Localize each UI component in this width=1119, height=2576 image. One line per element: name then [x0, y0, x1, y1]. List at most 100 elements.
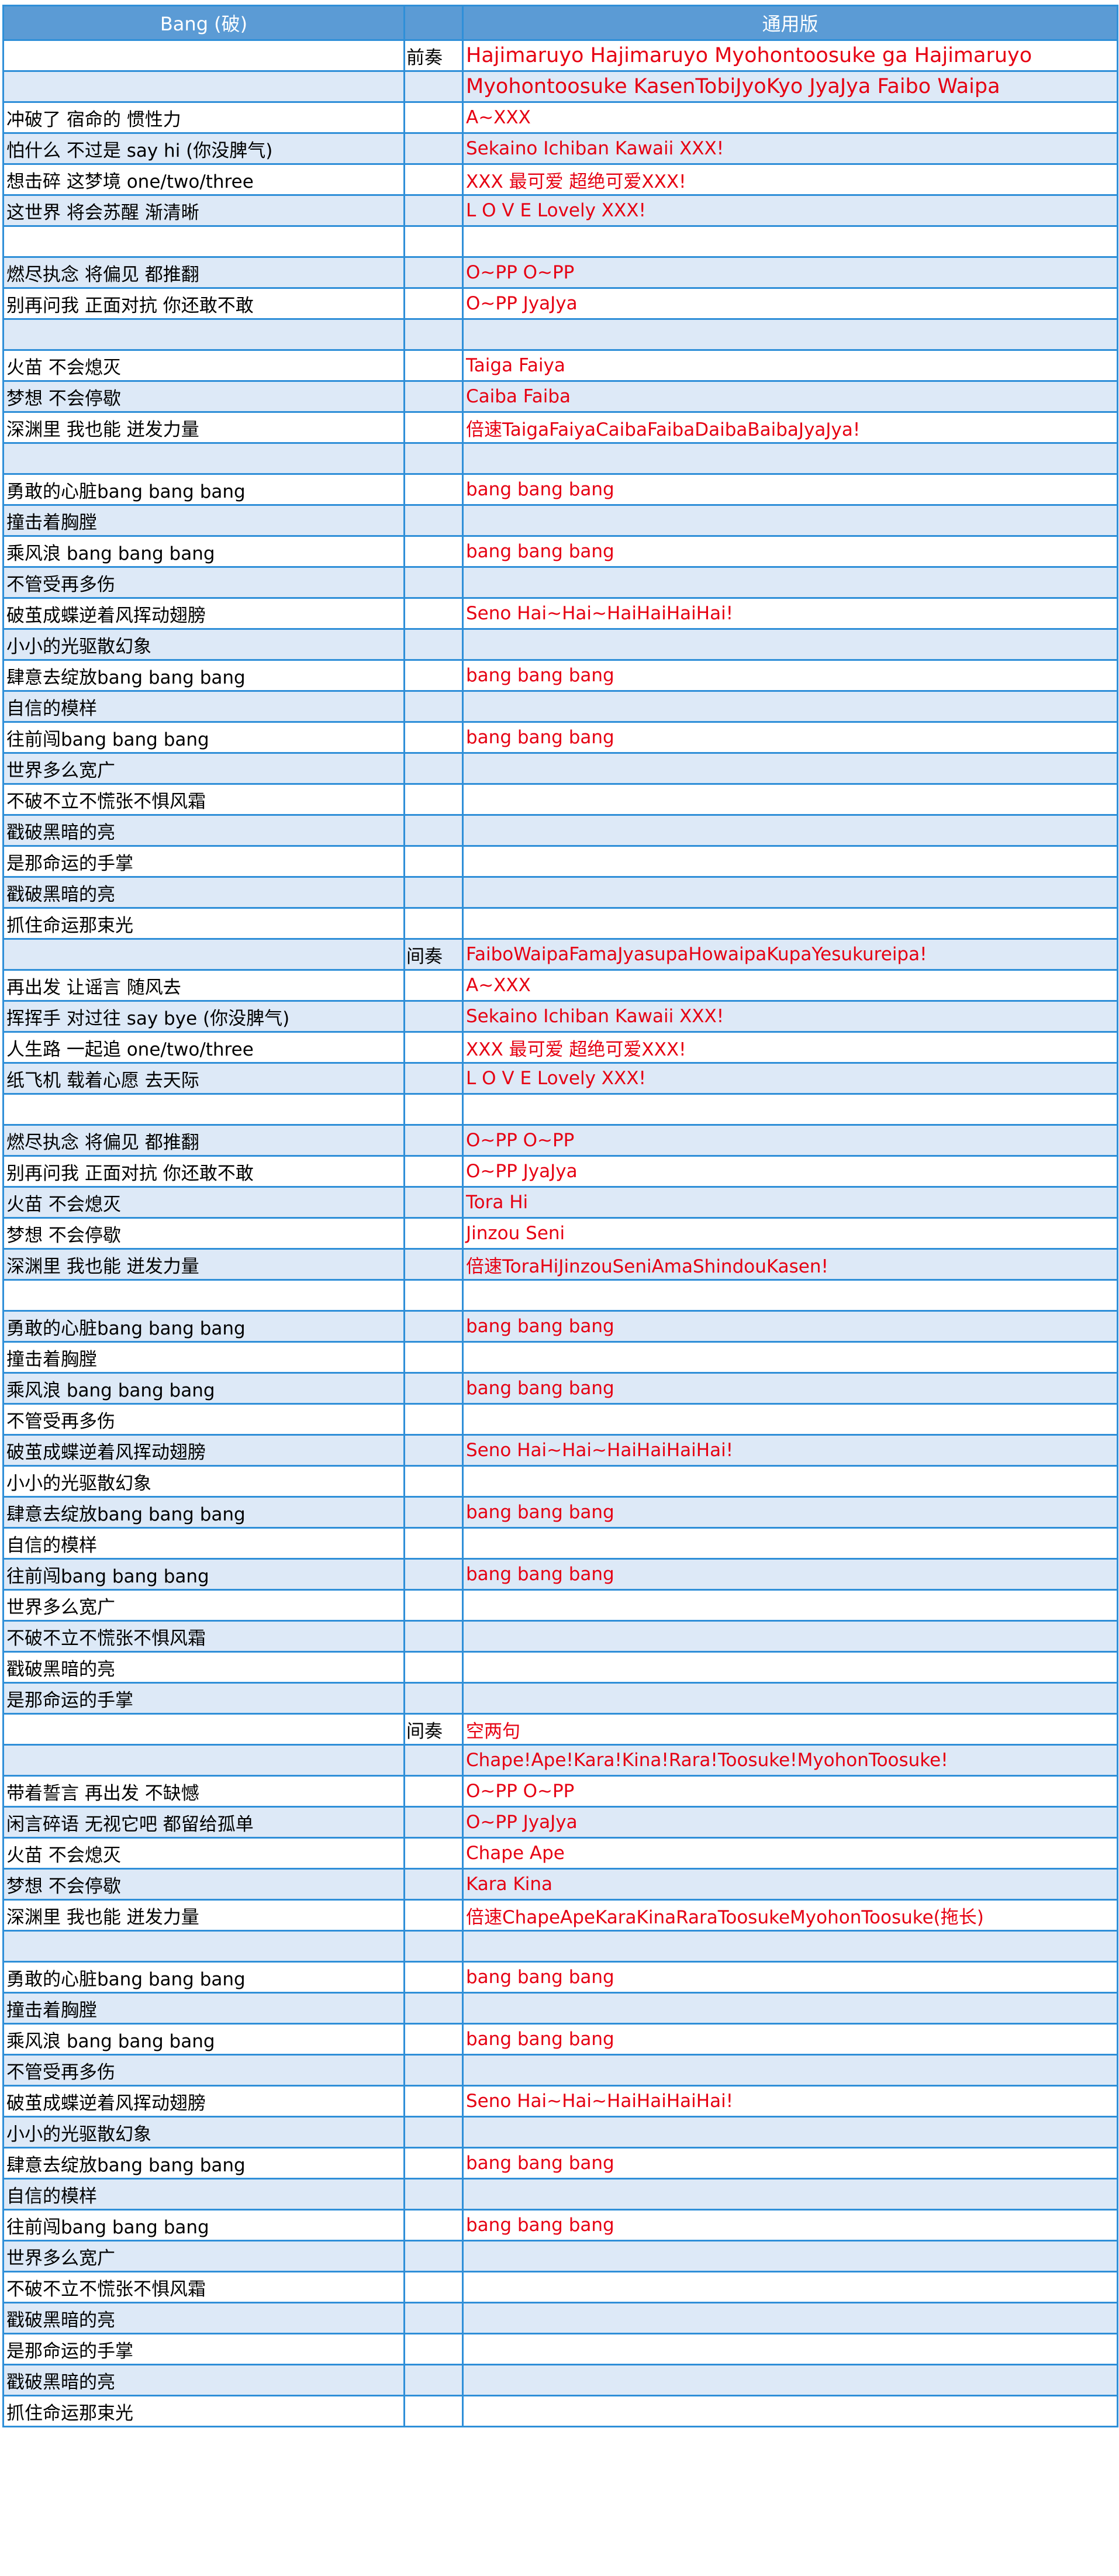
lyric-cell[interactable]: [2, 1744, 405, 1777]
section-cell[interactable]: [403, 1217, 464, 1250]
section-cell[interactable]: [403, 2364, 464, 2396]
section-cell[interactable]: 间奏: [403, 938, 464, 971]
section-cell[interactable]: [403, 2302, 464, 2334]
header-lyrics[interactable]: Bang (破): [2, 5, 405, 41]
section-cell[interactable]: [403, 2147, 464, 2180]
romaji-cell[interactable]: [462, 1279, 1118, 1312]
lyric-cell[interactable]: 人生路 一起追 one/two/three: [2, 1031, 405, 1064]
lyric-cell[interactable]: 是那命运的手掌: [2, 845, 405, 878]
romaji-cell[interactable]: [462, 1651, 1118, 1684]
romaji-cell[interactable]: Chape Ape: [462, 1837, 1118, 1870]
romaji-cell[interactable]: [462, 2240, 1118, 2272]
lyric-cell[interactable]: 破茧成蝶逆着风挥动翅膀: [2, 1434, 405, 1467]
lyric-cell[interactable]: [2, 225, 405, 258]
section-cell[interactable]: [403, 2395, 464, 2427]
section-cell[interactable]: [403, 442, 464, 475]
lyric-cell[interactable]: 火苗 不会熄灭: [2, 1186, 405, 1219]
romaji-cell[interactable]: [462, 2178, 1118, 2211]
section-cell[interactable]: 间奏: [403, 1713, 464, 1746]
romaji-cell[interactable]: O~PP O~PP: [462, 256, 1118, 289]
section-cell[interactable]: [403, 907, 464, 940]
lyric-cell[interactable]: 乘风浪 bang bang bang: [2, 535, 405, 568]
romaji-cell[interactable]: XXX 最可爱 超绝可爱XXX!: [462, 163, 1118, 196]
section-cell[interactable]: [403, 690, 464, 723]
romaji-cell[interactable]: O~PP JyaJya: [462, 1806, 1118, 1839]
romaji-cell[interactable]: bang bang bang: [462, 473, 1118, 506]
romaji-cell[interactable]: [462, 690, 1118, 723]
romaji-cell[interactable]: bang bang bang: [462, 659, 1118, 692]
lyric-cell[interactable]: 深渊里 我也能 迸发力量: [2, 1248, 405, 1281]
section-cell[interactable]: [403, 287, 464, 320]
section-cell[interactable]: [403, 1186, 464, 1219]
lyric-cell[interactable]: 乘风浪 bang bang bang: [2, 2023, 405, 2056]
lyric-cell[interactable]: 戳破黑暗的亮: [2, 814, 405, 847]
lyric-cell[interactable]: 自信的模样: [2, 2178, 405, 2211]
lyric-cell[interactable]: 肆意去绽放bang bang bang: [2, 1496, 405, 1529]
section-cell[interactable]: [403, 1248, 464, 1281]
lyric-cell[interactable]: 深渊里 我也能 迸发力量: [2, 411, 405, 444]
lyric-cell[interactable]: 是那命运的手掌: [2, 2333, 405, 2365]
romaji-cell[interactable]: [462, 752, 1118, 785]
lyric-cell[interactable]: 闲言碎语 无视它吧 都留给孤单: [2, 1806, 405, 1839]
section-cell[interactable]: [403, 1310, 464, 1343]
section-cell[interactable]: [403, 2240, 464, 2272]
lyric-cell[interactable]: 肆意去绽放bang bang bang: [2, 659, 405, 692]
section-cell[interactable]: [403, 2054, 464, 2087]
section-cell[interactable]: [403, 349, 464, 382]
lyric-cell[interactable]: 不管受再多伤: [2, 2054, 405, 2087]
romaji-cell[interactable]: [462, 2302, 1118, 2334]
lyric-cell[interactable]: 带着誓言 再出发 不缺憾: [2, 1775, 405, 1808]
romaji-cell[interactable]: bang bang bang: [462, 1372, 1118, 1405]
lyric-cell[interactable]: 自信的模样: [2, 1527, 405, 1560]
romaji-cell[interactable]: 空两句: [462, 1713, 1118, 1746]
lyric-cell[interactable]: 戳破黑暗的亮: [2, 2302, 405, 2334]
section-cell[interactable]: [403, 814, 464, 847]
romaji-cell[interactable]: [462, 1992, 1118, 2025]
lyric-cell[interactable]: 别再问我 正面对抗 你还敢不敢: [2, 287, 405, 320]
lyric-cell[interactable]: [2, 70, 405, 103]
lyric-cell[interactable]: 往前闯bang bang bang: [2, 721, 405, 754]
section-cell[interactable]: [403, 256, 464, 289]
lyric-cell[interactable]: 肆意去绽放bang bang bang: [2, 2147, 405, 2180]
romaji-cell[interactable]: bang bang bang: [462, 1496, 1118, 1529]
section-cell[interactable]: [403, 1527, 464, 1560]
lyric-cell[interactable]: 撞击着胸膛: [2, 504, 405, 537]
lyric-cell[interactable]: [2, 1713, 405, 1746]
section-cell[interactable]: [403, 1651, 464, 1684]
lyric-cell[interactable]: [2, 442, 405, 475]
section-cell[interactable]: [403, 1682, 464, 1715]
romaji-cell[interactable]: bang bang bang: [462, 2147, 1118, 2180]
lyric-cell[interactable]: 梦想 不会停歇: [2, 1868, 405, 1901]
section-cell[interactable]: [403, 1961, 464, 1994]
lyric-cell[interactable]: 戳破黑暗的亮: [2, 876, 405, 909]
romaji-cell[interactable]: L O V E Lovely XXX!: [462, 194, 1118, 227]
section-cell[interactable]: [403, 1806, 464, 1839]
section-cell[interactable]: [403, 101, 464, 134]
romaji-cell[interactable]: L O V E Lovely XXX!: [462, 1062, 1118, 1095]
lyric-cell[interactable]: 不破不立不慌张不惧风霜: [2, 783, 405, 816]
romaji-cell[interactable]: Seno Hai~Hai~HaiHaiHaiHai!: [462, 2085, 1118, 2118]
section-cell[interactable]: [403, 2333, 464, 2365]
section-cell[interactable]: [403, 2271, 464, 2303]
section-cell[interactable]: [403, 411, 464, 444]
lyric-cell[interactable]: 怕什么 不过是 say hi (你没脾气): [2, 132, 405, 165]
section-cell[interactable]: [403, 1620, 464, 1653]
romaji-cell[interactable]: Sekaino Ichiban Kawaii XXX!: [462, 132, 1118, 165]
lyric-cell[interactable]: 小小的光驱散幻象: [2, 628, 405, 661]
lyric-cell[interactable]: 小小的光驱散幻象: [2, 1465, 405, 1498]
romaji-cell[interactable]: FaiboWaipaFamaJyasupaHowaipaKupaYesukure…: [462, 938, 1118, 971]
section-cell[interactable]: [403, 2116, 464, 2149]
lyric-cell[interactable]: 深渊里 我也能 迸发力量: [2, 1899, 405, 1932]
section-cell[interactable]: [403, 628, 464, 661]
lyric-cell[interactable]: 这世界 将会苏醒 渐清晰: [2, 194, 405, 227]
romaji-cell[interactable]: [462, 2116, 1118, 2149]
section-cell[interactable]: [403, 473, 464, 506]
section-cell[interactable]: [403, 2209, 464, 2242]
romaji-cell[interactable]: [462, 442, 1118, 475]
lyric-cell[interactable]: 小小的光驱散幻象: [2, 2116, 405, 2149]
lyric-cell[interactable]: 冲破了 宿命的 惯性力: [2, 101, 405, 134]
section-cell[interactable]: [403, 194, 464, 227]
lyric-cell[interactable]: [2, 1930, 405, 1963]
lyric-cell[interactable]: 火苗 不会熄灭: [2, 349, 405, 382]
section-cell[interactable]: [403, 845, 464, 878]
